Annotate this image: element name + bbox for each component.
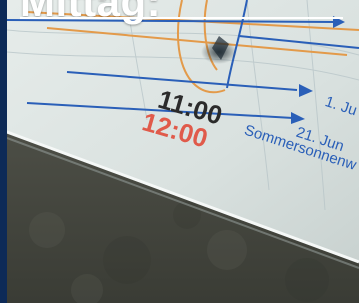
- caption-underline: [20, 17, 343, 19]
- caption-title: Mittag:: [20, 0, 162, 25]
- left-accent-bar: [0, 0, 7, 303]
- photo: 11:00 12:00 1. 1. Ju 21. Jun Sommersonne…: [7, 0, 359, 303]
- photo-frame: 11:00 12:00 1. 1. Ju 21. Jun Sommersonne…: [0, 0, 359, 303]
